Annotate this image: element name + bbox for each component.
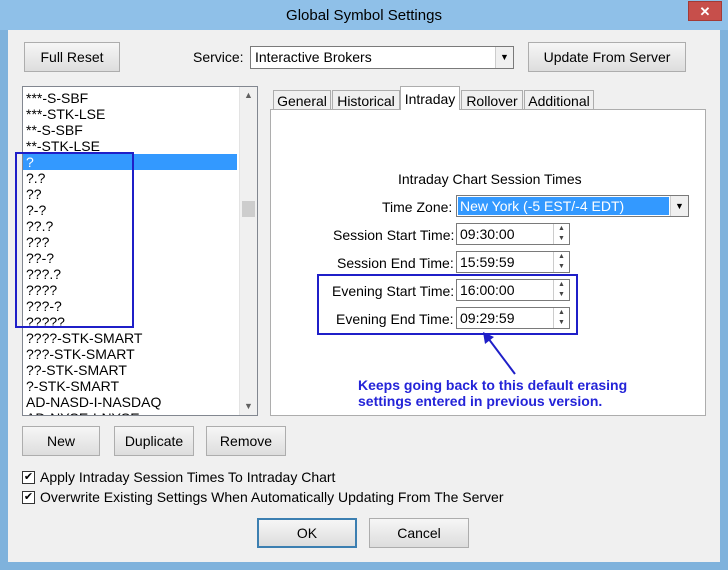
- symbol-list-item[interactable]: ????-STK-SMART: [23, 330, 237, 346]
- symbol-list-item[interactable]: ???-STK-SMART: [23, 346, 237, 362]
- chevron-down-icon[interactable]: ▼: [495, 47, 513, 68]
- ok-button[interactable]: OK: [257, 518, 357, 548]
- service-select[interactable]: Interactive Brokers ▼: [250, 46, 514, 69]
- time-zone-select[interactable]: New York (-5 EST/-4 EDT) ▼: [456, 195, 689, 217]
- spin-up-icon[interactable]: ▲: [554, 252, 569, 262]
- annotation-box-symbols: [15, 152, 134, 328]
- remove-button[interactable]: Remove: [206, 426, 286, 456]
- duplicate-button[interactable]: Duplicate: [114, 426, 194, 456]
- checkmark-icon: ✔: [23, 491, 34, 503]
- spin-up-icon[interactable]: ▲: [554, 224, 569, 234]
- tab-historical[interactable]: Historical: [332, 90, 400, 110]
- spin-buttons[interactable]: ▲ ▼: [553, 252, 569, 272]
- service-select-value: Interactive Brokers: [255, 49, 372, 65]
- close-button[interactable]: ✕: [688, 1, 722, 21]
- spin-buttons[interactable]: ▲ ▼: [553, 224, 569, 244]
- session-start-label: Session Start Time:: [333, 227, 455, 243]
- apply-intraday-label[interactable]: Apply Intraday Session Times To Intraday…: [40, 469, 335, 485]
- annotation-box-evening: [317, 274, 578, 335]
- scroll-thumb[interactable]: [242, 201, 255, 217]
- symbol-list-item[interactable]: ?-STK-SMART: [23, 378, 237, 394]
- overwrite-existing-checkbox[interactable]: ✔: [22, 491, 35, 504]
- tab-rollover[interactable]: Rollover: [461, 90, 523, 110]
- spin-down-icon[interactable]: ▼: [554, 234, 569, 244]
- symbol-list-item[interactable]: ??-STK-SMART: [23, 362, 237, 378]
- title-bar[interactable]: Global Symbol Settings ✕: [0, 0, 728, 30]
- cancel-button[interactable]: Cancel: [369, 518, 469, 548]
- session-start-value: 09:30:00: [460, 226, 515, 242]
- window-title: Global Symbol Settings: [286, 7, 442, 24]
- session-end-label: Session End Time:: [337, 255, 454, 271]
- annotation-arrow-line: [487, 337, 516, 375]
- tab-intraday[interactable]: Intraday: [400, 86, 460, 110]
- tab-additional[interactable]: Additional: [524, 90, 594, 110]
- scroll-down-icon[interactable]: ▼: [240, 398, 257, 415]
- symbol-list-item[interactable]: AD-NASD-I-NASDAQ: [23, 394, 237, 410]
- overwrite-existing-label[interactable]: Overwrite Existing Settings When Automat…: [40, 489, 503, 505]
- annotation-arrow-icon: [483, 332, 516, 375]
- intraday-section-title: Intraday Chart Session Times: [398, 171, 582, 187]
- symbol-list-item[interactable]: ***-STK-LSE: [23, 106, 237, 122]
- chevron-down-icon[interactable]: ▼: [670, 196, 688, 216]
- symbol-list-scrollbar[interactable]: ▲ ▼: [239, 87, 257, 415]
- spin-down-icon[interactable]: ▼: [554, 262, 569, 272]
- annotation-note-line-2: settings entered in previous version.: [358, 393, 603, 409]
- session-start-time-input[interactable]: 09:30:00 ▲ ▼: [456, 223, 570, 245]
- apply-intraday-checkbox[interactable]: ✔: [22, 471, 35, 484]
- time-zone-value: New York (-5 EST/-4 EDT): [458, 197, 669, 215]
- symbol-list-item[interactable]: AD-NYSE-I-NYSE: [23, 410, 237, 415]
- symbol-list-item[interactable]: **-S-SBF: [23, 122, 237, 138]
- scroll-up-icon[interactable]: ▲: [240, 87, 257, 104]
- annotation-note-line-1: Keeps going back to this default erasing: [358, 377, 628, 393]
- service-label: Service:: [193, 49, 244, 65]
- full-reset-button[interactable]: Full Reset: [24, 42, 120, 72]
- tab-general[interactable]: General: [273, 90, 331, 110]
- time-zone-label: Time Zone:: [382, 199, 453, 215]
- checkmark-icon: ✔: [23, 471, 34, 483]
- symbol-list-item[interactable]: ***-S-SBF: [23, 90, 237, 106]
- session-end-time-input[interactable]: 15:59:59 ▲ ▼: [456, 251, 570, 273]
- annotation-note: Keeps going back to this default erasing…: [358, 377, 627, 409]
- update-from-server-button[interactable]: Update From Server: [528, 42, 686, 72]
- new-button[interactable]: New: [22, 426, 100, 456]
- session-end-value: 15:59:59: [460, 254, 515, 270]
